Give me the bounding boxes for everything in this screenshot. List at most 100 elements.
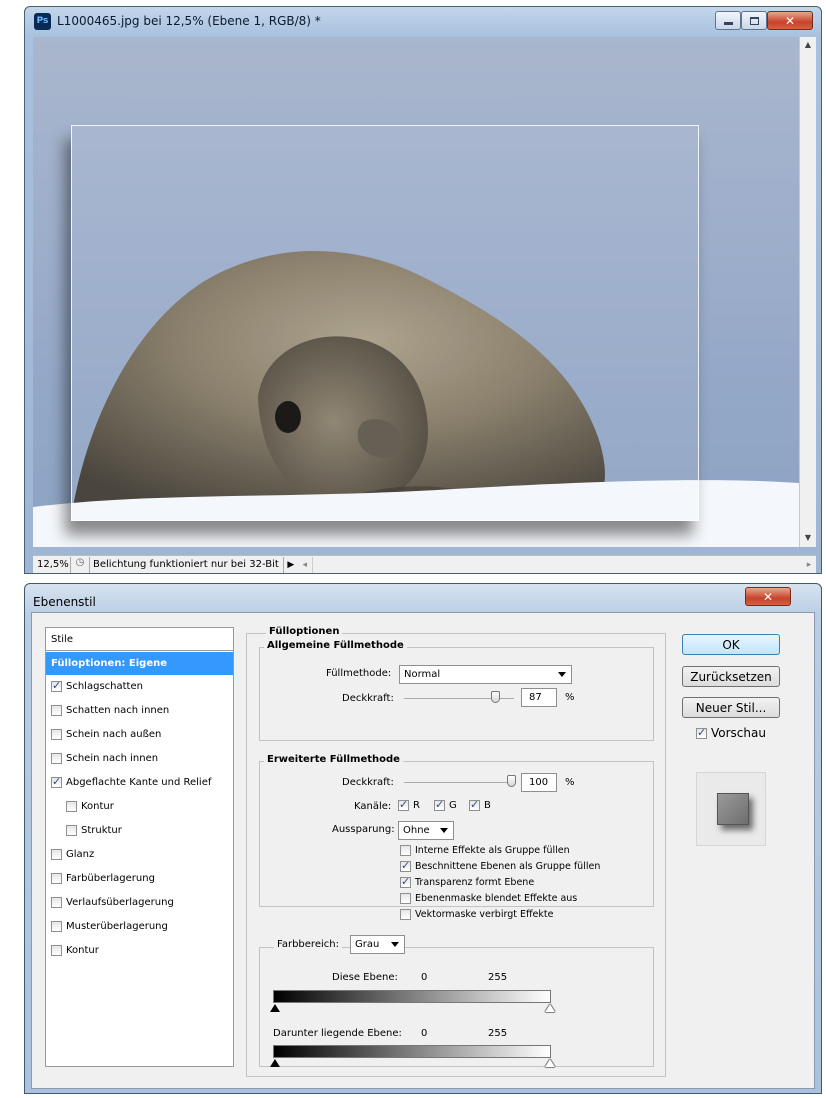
this-layer-gradient — [273, 990, 551, 1003]
scroll-left-icon[interactable]: ◂ — [298, 560, 312, 570]
style-item-label: Schein nach außen — [66, 729, 162, 740]
stroke-checkbox[interactable] — [51, 945, 62, 956]
fill-opacity-slider-handle[interactable] — [507, 775, 516, 787]
style-item-stroke[interactable]: Kontur — [46, 939, 233, 962]
gradient-overlay-checkbox[interactable] — [51, 897, 62, 908]
maximize-button[interactable] — [741, 11, 767, 30]
style-item-bevel-emboss[interactable]: Abgeflachte Kante und Relief — [46, 771, 233, 794]
close-icon: ✕ — [762, 589, 774, 604]
style-item-label: Musterüberlagerung — [66, 921, 168, 932]
dialog-close-button[interactable]: ✕ — [745, 587, 791, 606]
channel-b[interactable]: B — [469, 798, 491, 811]
scroll-down-icon[interactable]: ▼ — [803, 533, 813, 543]
texture-checkbox[interactable] — [66, 825, 77, 836]
option-ebenenmaske[interactable]: Ebenenmaske blendet Effekte aus — [400, 893, 577, 904]
scroll-right-icon[interactable]: ▸ — [802, 560, 816, 570]
reset-button[interactable]: Zurücksetzen — [682, 666, 780, 687]
color-overlay-checkbox[interactable] — [51, 873, 62, 884]
style-item-texture[interactable]: Struktur — [46, 819, 233, 842]
underlying-layer-gradient — [273, 1045, 551, 1058]
satin-checkbox[interactable] — [51, 849, 62, 860]
zoom-field[interactable]: 12,5% — [33, 556, 71, 573]
drop-shadow-checkbox[interactable] — [51, 679, 62, 692]
option-transparenz[interactable]: Transparenz formt Ebene — [400, 875, 535, 888]
advanced-blending-title: Erweiterte Füllmethode — [264, 754, 403, 765]
channel-r[interactable]: R — [398, 798, 420, 811]
option-checkbox[interactable] — [400, 845, 411, 856]
style-item-pattern-overlay[interactable]: Musterüberlagerung — [46, 915, 233, 938]
document-titlebar[interactable]: Ps L1000465.jpg bei 12,5% (Ebene 1, RGB/… — [25, 7, 821, 37]
option-checkbox[interactable] — [400, 893, 411, 904]
option-label: Vektormaske verbirgt Effekte — [415, 909, 554, 920]
document-title: L1000465.jpg bei 12,5% (Ebene 1, RGB/8) … — [57, 14, 321, 28]
style-item-inner-shadow[interactable]: Schatten nach innen — [46, 699, 233, 722]
style-item-satin[interactable]: Glanz — [46, 843, 233, 866]
this-layer-label: Diese Ebene: — [332, 972, 398, 983]
this-layer-min: 0 — [421, 972, 428, 983]
style-item-label: Schatten nach innen — [66, 705, 170, 716]
bevel-emboss-checkbox[interactable] — [51, 775, 62, 788]
minimize-button[interactable] — [715, 11, 741, 30]
vertical-scrollbar[interactable]: ▲ ▼ — [799, 37, 816, 547]
underlying-black-handle[interactable] — [270, 1059, 280, 1067]
channel-b-checkbox[interactable] — [469, 798, 480, 811]
pattern-overlay-checkbox[interactable] — [51, 921, 62, 932]
preview-toggle[interactable]: Vorschau — [696, 726, 766, 740]
knockout-select[interactable]: Ohne — [398, 821, 454, 840]
option-label: Beschnittene Ebenen als Gruppe füllen — [415, 861, 601, 872]
this-layer-white-handle[interactable] — [545, 1004, 555, 1012]
opacity-slider-handle[interactable] — [491, 691, 500, 703]
styles-header[interactable]: Stile — [46, 628, 233, 651]
blend-mode-select[interactable]: Normal — [399, 665, 572, 684]
channel-r-checkbox[interactable] — [398, 798, 409, 811]
channel-g-checkbox[interactable] — [434, 798, 445, 811]
option-vektormaske[interactable]: Vektormaske verbirgt Effekte — [400, 909, 553, 920]
fill-opacity-input[interactable]: 100 — [521, 773, 557, 792]
this-layer-black-handle[interactable] — [270, 1004, 280, 1012]
underlying-layer-min: 0 — [421, 1028, 428, 1039]
inner-glow-checkbox[interactable] — [51, 753, 62, 764]
chevron-down-icon — [391, 942, 399, 947]
option-label: Transparenz formt Ebene — [415, 877, 535, 888]
underlying-white-handle[interactable] — [545, 1059, 555, 1067]
layer-style-dialog: Ebenenstil ✕ Stile Fülloptionen: Eigene … — [24, 583, 822, 1094]
option-checkbox[interactable] — [400, 859, 411, 872]
status-menu-arrow-icon[interactable]: ▶ — [284, 560, 298, 570]
horizontal-scrollbar[interactable] — [311, 556, 802, 573]
new-style-button[interactable]: Neuer Stil... — [682, 697, 780, 718]
fill-opacity-slider-track[interactable] — [404, 782, 514, 783]
opacity-input[interactable]: 87 — [521, 688, 557, 707]
blend-mode-value: Normal — [404, 669, 441, 680]
ok-button[interactable]: OK — [682, 634, 780, 655]
outer-glow-checkbox[interactable] — [51, 729, 62, 740]
close-button[interactable]: ✕ — [767, 11, 813, 30]
scroll-up-icon[interactable]: ▲ — [803, 40, 813, 50]
inner-shadow-checkbox[interactable] — [51, 705, 62, 716]
contour-sub-checkbox[interactable] — [66, 801, 77, 812]
style-item-drop-shadow[interactable]: Schlagschatten — [46, 675, 233, 698]
blend-if-select[interactable]: Grau — [350, 935, 405, 954]
style-item-color-overlay[interactable]: Farbüberlagerung — [46, 867, 233, 890]
chevron-down-icon — [440, 828, 448, 833]
option-checkbox[interactable] — [400, 909, 411, 920]
style-preview — [696, 772, 766, 846]
chevron-down-icon — [558, 672, 566, 677]
option-beschnittene-ebenen[interactable]: Beschnittene Ebenen als Gruppe füllen — [400, 859, 601, 872]
knockout-value: Ohne — [403, 825, 430, 836]
style-item-label: Fülloptionen: Eigene — [51, 658, 168, 669]
preview-checkbox[interactable] — [696, 726, 707, 739]
opacity-unit: % — [565, 692, 575, 703]
style-item-inner-glow[interactable]: Schein nach innen — [46, 747, 233, 770]
style-item-label: Farbüberlagerung — [66, 873, 155, 884]
style-item-gradient-overlay[interactable]: Verlaufsüberlagerung — [46, 891, 233, 914]
image-canvas[interactable] — [33, 37, 799, 547]
style-item-label: Glanz — [66, 849, 95, 860]
style-item-label: Verlaufsüberlagerung — [66, 897, 174, 908]
option-checkbox[interactable] — [400, 875, 411, 888]
style-item-label: Schein nach innen — [66, 753, 159, 764]
style-item-outer-glow[interactable]: Schein nach außen — [46, 723, 233, 746]
style-item-fill-options[interactable]: Fülloptionen: Eigene — [46, 652, 233, 675]
channel-g[interactable]: G — [434, 798, 457, 811]
style-item-contour-sub[interactable]: Kontur — [46, 795, 233, 818]
option-interne-effekte[interactable]: Interne Effekte als Gruppe füllen — [400, 845, 570, 856]
